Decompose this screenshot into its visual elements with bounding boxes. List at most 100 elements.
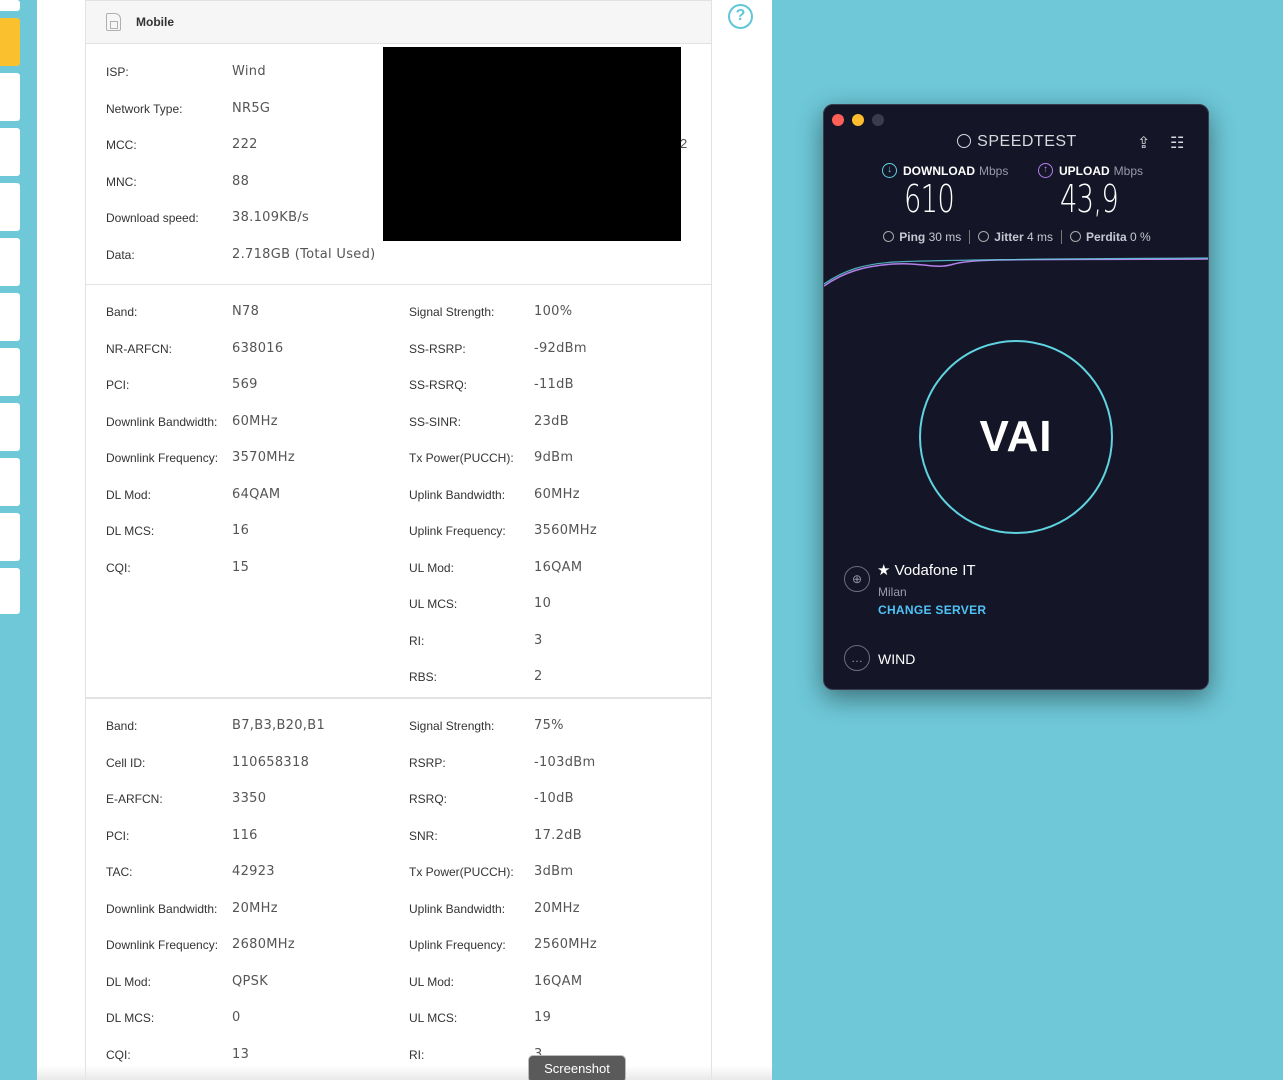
field-label: CQI: — [106, 560, 131, 575]
question-circle-icon[interactable]: ? — [728, 4, 753, 29]
field-value: 638016 — [232, 340, 284, 356]
field-value: 38.109KB/s — [232, 210, 310, 225]
panel-bottom-fade — [37, 1066, 772, 1080]
field-value: 42923 — [232, 864, 275, 879]
field-label: CQI: — [106, 1047, 131, 1062]
field-value: 20MHz — [232, 900, 278, 916]
field-value: QPSK — [232, 973, 269, 989]
sidebar-tab[interactable] — [0, 348, 20, 396]
sidebar-tab[interactable] — [0, 403, 20, 451]
partial-value-text: 2 — [680, 136, 688, 151]
field-label: MNC: — [106, 174, 137, 189]
field-label: E-ARFCN: — [106, 792, 163, 806]
go-button[interactable]: VAI — [919, 340, 1113, 534]
field-label: Downlink Frequency: — [106, 451, 219, 465]
speedometer-icon — [957, 134, 972, 148]
zoom-window-button[interactable] — [872, 114, 884, 126]
field-value: 100% — [534, 304, 573, 319]
field-label: SNR: — [409, 828, 438, 843]
screenshot-button[interactable]: Screenshot — [528, 1055, 626, 1080]
redacted-area — [383, 47, 681, 241]
divider — [1061, 230, 1062, 244]
packet-loss-icon — [1070, 231, 1081, 242]
field-label: ISP: — [106, 65, 129, 79]
upload-unit: Mbps — [1113, 163, 1144, 178]
router-status-panel: Mobile ISP: Wind Network Type: NR5G MCC: 222 M… — [37, 0, 772, 1080]
isp-name: WIND — [878, 651, 916, 667]
sidebar-tab[interactable] — [0, 568, 20, 614]
close-window-button[interactable] — [832, 114, 844, 126]
jitter-stat: Jitter 4 ms — [978, 230, 1053, 244]
sidebar-tab[interactable] — [0, 73, 20, 121]
field-label: Tx Power(PUCCH): — [409, 865, 514, 879]
settings-sliders-icon[interactable]: ☷ — [1170, 133, 1184, 153]
sidebar-tab[interactable] — [0, 18, 20, 66]
field-label: MCC: — [106, 138, 137, 152]
field-value: 110658318 — [232, 754, 310, 770]
sidebar-tab[interactable] — [0, 458, 20, 506]
sidebar-tab[interactable] — [0, 183, 20, 231]
jitter-icon — [978, 231, 990, 242]
field-label: TAC: — [106, 865, 133, 879]
minimize-window-button[interactable] — [852, 114, 864, 126]
field-value: 2680MHz — [232, 937, 295, 952]
globe-icon: ⊕ — [844, 566, 870, 592]
field-value: 16QAM — [534, 973, 583, 989]
field-value: 569 — [232, 377, 258, 392]
server-name: ★ Vodafone IT — [877, 562, 976, 579]
app-title: SPEEDTEST — [977, 133, 1077, 150]
field-value: -92dBm — [534, 340, 587, 356]
field-label: Uplink Bandwidth: — [409, 487, 506, 502]
mobile-card-title: Mobile — [136, 15, 174, 29]
sidebar-tab[interactable] — [0, 293, 20, 341]
field-value: NR5G — [232, 100, 271, 116]
field-label: RI: — [409, 633, 425, 648]
field-value: 17.2dB — [534, 827, 582, 843]
field-value: -103dBm — [534, 754, 596, 770]
field-label: SS-RSRQ: — [409, 378, 468, 392]
field-label: Uplink Frequency: — [409, 524, 506, 538]
field-value: 20MHz — [534, 900, 580, 916]
field-label: DL Mod: — [106, 974, 151, 989]
field-label: Band: — [106, 719, 138, 733]
field-value: 75% — [534, 718, 564, 733]
field-label: NR-ARFCN: — [106, 341, 172, 356]
field-value: -10dB — [534, 791, 574, 806]
ping-icon — [883, 231, 895, 242]
share-icon[interactable]: ⇪ — [1137, 133, 1150, 153]
change-server-link[interactable]: CHANGE SERVER — [878, 603, 986, 617]
field-label: DL MCS: — [106, 524, 155, 538]
field-value: 0 — [232, 1010, 241, 1025]
speedtest-window: SPEEDTEST ⇪ ☷ ↓ DOWNLOAD Mbps ↑ UPLOAD M… — [823, 104, 1209, 690]
field-value: 64QAM — [232, 486, 281, 502]
network-icon: … — [844, 645, 870, 671]
field-value: 2560MHz — [534, 937, 597, 952]
field-label: RBS: — [409, 670, 438, 684]
sidebar-tab[interactable] — [0, 0, 20, 11]
field-value: 15 — [232, 559, 250, 575]
upload-arrow-icon: ↑ — [1038, 163, 1053, 178]
field-value: 2 — [534, 669, 543, 684]
field-value: 3dBm — [534, 864, 574, 879]
nr-card: Band: N78 NR-ARFCN: 638016 PCI: 569 Downlink B… — [85, 285, 712, 698]
field-value: 60MHz — [534, 486, 580, 502]
download-graph-line — [824, 257, 1208, 285]
field-value: 88 — [232, 173, 250, 189]
sidebar-tab[interactable] — [0, 128, 20, 176]
field-value: 23dB — [534, 413, 569, 429]
field-value: 13 — [232, 1046, 250, 1062]
field-label: DL MCS: — [106, 1011, 155, 1025]
download-label: DOWNLOAD — [903, 163, 975, 178]
divider — [969, 230, 971, 244]
speedtest-header: SPEEDTEST — [824, 133, 1208, 151]
sidebar-tab[interactable] — [0, 513, 20, 561]
field-value: 16 — [232, 523, 250, 538]
field-value: 116 — [232, 827, 258, 843]
field-value: 222 — [232, 137, 258, 152]
field-value: 3350 — [232, 791, 267, 806]
field-label: Downlink Bandwidth: — [106, 414, 218, 429]
field-value: 10 — [534, 596, 552, 611]
sidebar-tab[interactable] — [0, 238, 20, 286]
upload-header: ↑ UPLOAD Mbps — [1038, 163, 1143, 178]
field-label: UL Mod: — [409, 974, 454, 989]
